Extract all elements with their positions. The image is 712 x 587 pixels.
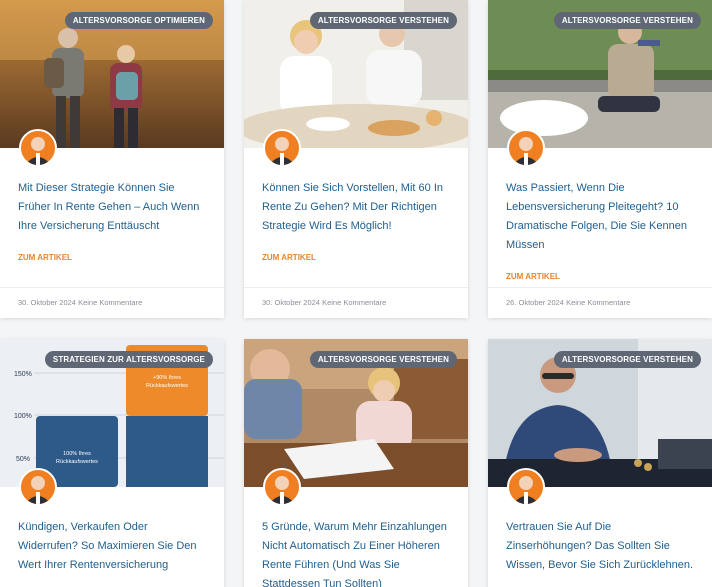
author-avatar	[507, 129, 545, 167]
post-thumbnail[interactable]: Altersvorsorge verstehen	[244, 339, 468, 487]
read-more-link[interactable]: Zum Artikel	[18, 253, 72, 262]
comments-count[interactable]: Keine Kommentare	[322, 298, 386, 307]
category-badge[interactable]: Strategien zur Altersvorsorge	[44, 351, 213, 368]
category-badge[interactable]: Altersvorsorge verstehen	[309, 351, 457, 368]
read-more-link[interactable]: Zum Artikel	[506, 272, 560, 281]
category-badge[interactable]: Altersvorsorge verstehen	[553, 351, 701, 368]
post-thumbnail[interactable]: Altersvorsorge verstehen	[244, 0, 468, 148]
author-avatar	[507, 468, 545, 506]
author-avatar	[19, 468, 57, 506]
tick-label: 150%	[14, 371, 32, 378]
post-card: Altersvorsorge verstehen Können Sie Sich…	[244, 0, 468, 318]
tick-label: 100%	[14, 413, 32, 420]
post-card: Altersvorsorge verstehen Was Passiert, W…	[488, 0, 712, 318]
bar-label: +90% Ihres	[153, 375, 181, 381]
category-badge[interactable]: Altersvorsorge optimieren	[64, 12, 213, 29]
post-card: Altersvorsorge optimieren Mit Dieser Str…	[0, 0, 224, 318]
post-meta: 30. Oktober 2024 Keine Kommentare	[0, 287, 224, 318]
author-avatar	[19, 129, 57, 167]
post-date: 26. Oktober 2024	[506, 298, 564, 307]
post-meta: 30. Oktober 2024 Keine Kommentare	[244, 287, 468, 318]
bar-label: 100% Ihres	[63, 451, 91, 457]
post-thumbnail[interactable]: Altersvorsorge verstehen	[488, 339, 712, 487]
comments-count[interactable]: Keine Kommentare	[566, 298, 630, 307]
comments-count[interactable]: Keine Kommentare	[78, 298, 142, 307]
post-thumbnail[interactable]: Altersvorsorge verstehen	[488, 0, 712, 148]
tick-label: 50%	[16, 456, 30, 463]
post-date: 30. Oktober 2024	[18, 298, 76, 307]
read-more-link[interactable]: Zum Artikel	[262, 253, 316, 262]
post-title-link[interactable]: Was Passiert, Wenn Die Lebensversicherun…	[506, 182, 687, 251]
post-meta: 26. Oktober 2024 Keine Kommentare	[488, 287, 712, 318]
category-badge[interactable]: Altersvorsorge verstehen	[553, 12, 701, 29]
post-card: 150% 100% 50% 100% Ihres Rückkaufswertes…	[0, 339, 224, 587]
category-badge[interactable]: Altersvorsorge verstehen	[309, 12, 457, 29]
post-date: 30. Oktober 2024	[262, 298, 320, 307]
bar-label: Rückkaufswertes	[146, 383, 188, 389]
blog-post-grid: Altersvorsorge optimieren Mit Dieser Str…	[0, 0, 712, 587]
author-avatar	[263, 129, 301, 167]
post-thumbnail[interactable]: Altersvorsorge optimieren	[0, 0, 224, 148]
post-title-link[interactable]: Kündigen, Verkaufen Oder Widerrufen? So …	[18, 521, 197, 571]
post-thumbnail[interactable]: 150% 100% 50% 100% Ihres Rückkaufswertes…	[0, 339, 224, 487]
post-title-link[interactable]: Können Sie Sich Vorstellen, Mit 60 In Re…	[262, 182, 443, 232]
post-card: Altersvorsorge verstehen 5 Gründe, Warum…	[244, 339, 468, 587]
bar-label: Rückkaufswertes	[56, 459, 98, 465]
post-title-link[interactable]: Vertrauen Sie Auf Die Zinserhöhungen? Da…	[506, 521, 693, 571]
chart-bar	[126, 416, 208, 487]
author-avatar	[263, 468, 301, 506]
post-card: Altersvorsorge verstehen Vertrauen Sie A…	[488, 339, 712, 587]
post-title-link[interactable]: 5 Gründe, Warum Mehr Einzahlungen Nicht …	[262, 521, 447, 587]
post-title-link[interactable]: Mit Dieser Strategie Können Sie Früher I…	[18, 182, 199, 232]
